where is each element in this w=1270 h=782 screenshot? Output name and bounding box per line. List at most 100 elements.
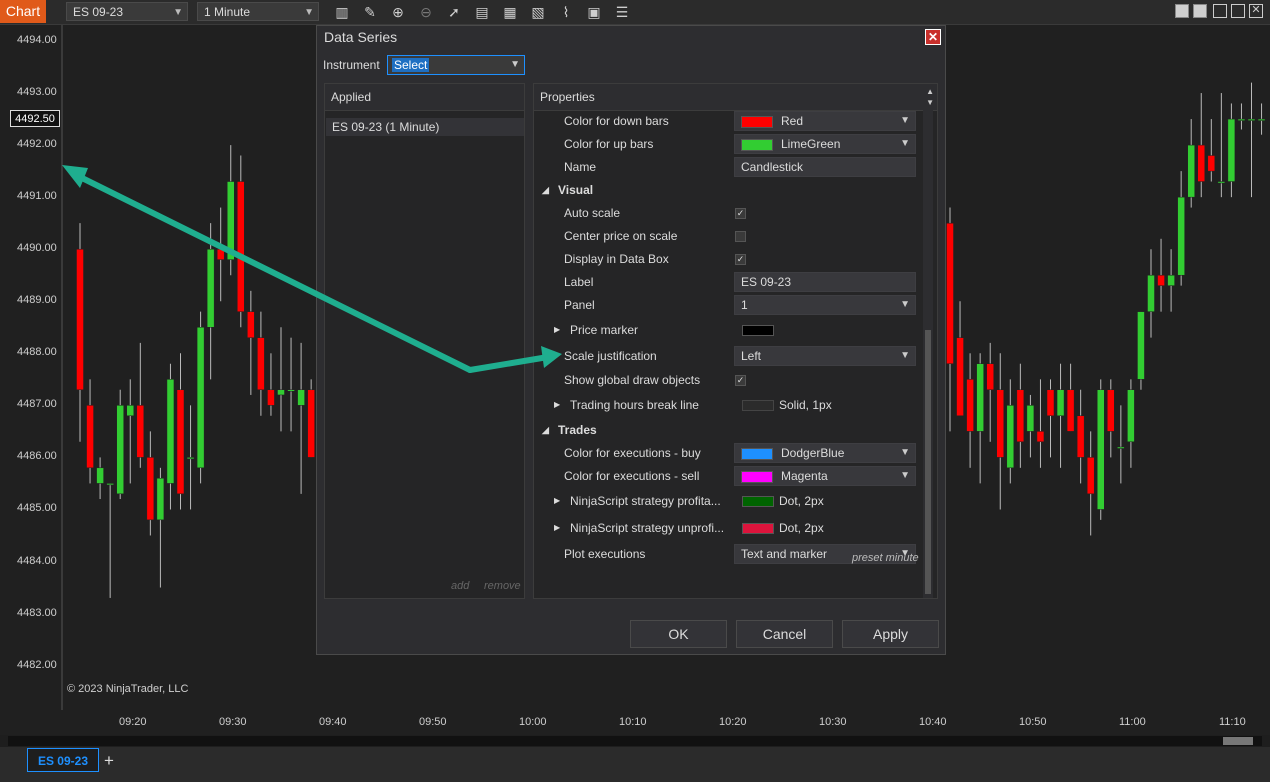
scrollbar-thumb[interactable] [1223,737,1253,745]
tab-es-09-23[interactable]: ES 09-23 [27,748,99,772]
candle [166,363,175,510]
cancel-button[interactable]: Cancel [736,620,833,648]
current-price-marker: 4492.50 [10,110,60,127]
candle [956,301,964,417]
candle-body [247,311,255,338]
properties-header: Properties [534,84,937,111]
property-name: Name Candlestick [534,156,924,178]
section-visual[interactable]: ◢ Visual [534,179,924,201]
add-link[interactable]: add [451,580,469,592]
time-axis-label: 10:30 [819,716,847,728]
property-value: Dot, 2px [779,494,824,508]
time-axis-label: 11:00 [1119,716,1146,728]
candle-body [1097,389,1105,510]
applied-series-item[interactable]: ES 09-23 (1 Minute) [326,118,524,136]
expand-triangle-icon[interactable]: ▶ [554,319,560,341]
property-label: Show global draw objects [564,373,701,387]
chevron-down-icon: ▼ [900,350,910,361]
candle-body [1167,274,1175,286]
scale-justification-select[interactable]: Left ▼ [734,346,916,366]
center-price-checkbox[interactable] [735,231,746,242]
candle-body [196,327,205,469]
time-axis-label: 09:20 [119,716,147,728]
price-axis-label: 4490.00 [17,242,57,255]
bottom-tab-bar [0,747,1270,782]
color-swatch [741,138,773,151]
candle-body [267,389,275,406]
candle [1167,249,1175,312]
remove-link[interactable]: remove [484,580,521,592]
preset-link[interactable]: preset minute [852,552,919,564]
candle [156,467,165,588]
candle-body [76,248,84,390]
up-bars-color-select[interactable]: LimeGreen ▼ [734,134,916,154]
applied-header: Applied [325,84,524,111]
exec-buy-color-select[interactable]: DodgerBlue ▼ [734,443,916,463]
expand-triangle-icon[interactable]: ▶ [554,517,560,539]
property-strategy-unprofit: ▶ NinjaScript strategy unprofi... Dot, 2… [534,517,924,539]
property-value: 1 [741,298,748,312]
candle [227,145,235,276]
price-axis-label: 4483.00 [17,606,57,619]
data-series-dialog: Data Series ✕ Instrument Select ▼ Applie… [316,25,946,655]
property-value: Solid, 1px [779,398,832,412]
time-axis-label: 10:10 [619,716,647,728]
candle [1056,363,1065,468]
display-data-box-checkbox[interactable]: ✓ [735,254,746,265]
chart-horizontal-scrollbar[interactable] [8,736,1262,746]
trading-hours-swatch[interactable] [742,400,774,411]
property-exec-buy: Color for executions - buy DodgerBlue ▼ [534,442,924,464]
candle [1107,379,1115,458]
scrollbar-thumb[interactable] [925,330,931,594]
candle [96,457,104,500]
properties-scrollbar[interactable] [923,110,933,598]
down-bars-color-select[interactable]: Red ▼ [734,111,916,131]
candle-body [1006,405,1015,469]
price-axis-label: 4485.00 [17,502,57,515]
close-icon[interactable]: ✕ [925,29,941,45]
property-label: Scale justification [564,349,657,363]
candle [287,337,295,432]
exec-sell-color-select[interactable]: Magenta ▼ [734,466,916,486]
instrument-label: Instrument [323,58,380,72]
price-axis-label: 4491.00 [17,190,57,203]
expand-triangle-icon[interactable]: ▶ [554,490,560,512]
scroll-arrows-icon[interactable]: ▲ ▼ [926,86,934,108]
ok-button[interactable]: OK [630,620,727,648]
dialog-title: Data Series [324,29,398,45]
time-axis-label: 11:10 [1219,716,1246,728]
candle [1137,311,1145,390]
apply-button[interactable]: Apply [842,620,939,648]
strategy-unprofit-swatch[interactable] [742,523,774,534]
section-trades[interactable]: ◢ Trades [534,419,924,441]
property-label: Display in Data Box [564,252,669,266]
section-label: Visual [558,183,594,197]
label-input[interactable]: ES 09-23 [734,272,916,292]
property-trading-hours: ▶ Trading hours break line Solid, 1px [534,394,924,416]
chevron-down-icon: ▼ [900,299,910,310]
price-marker-swatch[interactable] [742,325,774,336]
candle-body [216,248,225,260]
property-strategy-profit: ▶ NinjaScript strategy profita... Dot, 2… [534,490,924,512]
candle-body [186,457,195,460]
instrument-select[interactable]: Select ▼ [387,55,525,75]
candle-body [996,389,1004,458]
add-tab-button[interactable]: + [104,751,114,771]
show-global-draw-checkbox[interactable]: ✓ [735,375,746,386]
property-value: DodgerBlue [781,446,845,460]
name-input[interactable]: Candlestick [734,157,916,177]
candle [1177,171,1185,286]
candle [136,342,145,468]
candle [1117,405,1125,484]
property-value: LimeGreen [781,137,841,151]
candle [996,353,1004,510]
expand-triangle-icon[interactable]: ▶ [554,394,560,416]
auto-scale-checkbox[interactable]: ✓ [735,208,746,219]
candle-body [1086,457,1095,495]
chevron-down-icon: ▼ [510,59,520,70]
candle [277,327,285,432]
panel-select[interactable]: 1 ▼ [734,295,916,315]
strategy-profit-swatch[interactable] [742,496,774,507]
color-swatch [741,447,773,460]
candle [1026,394,1035,458]
